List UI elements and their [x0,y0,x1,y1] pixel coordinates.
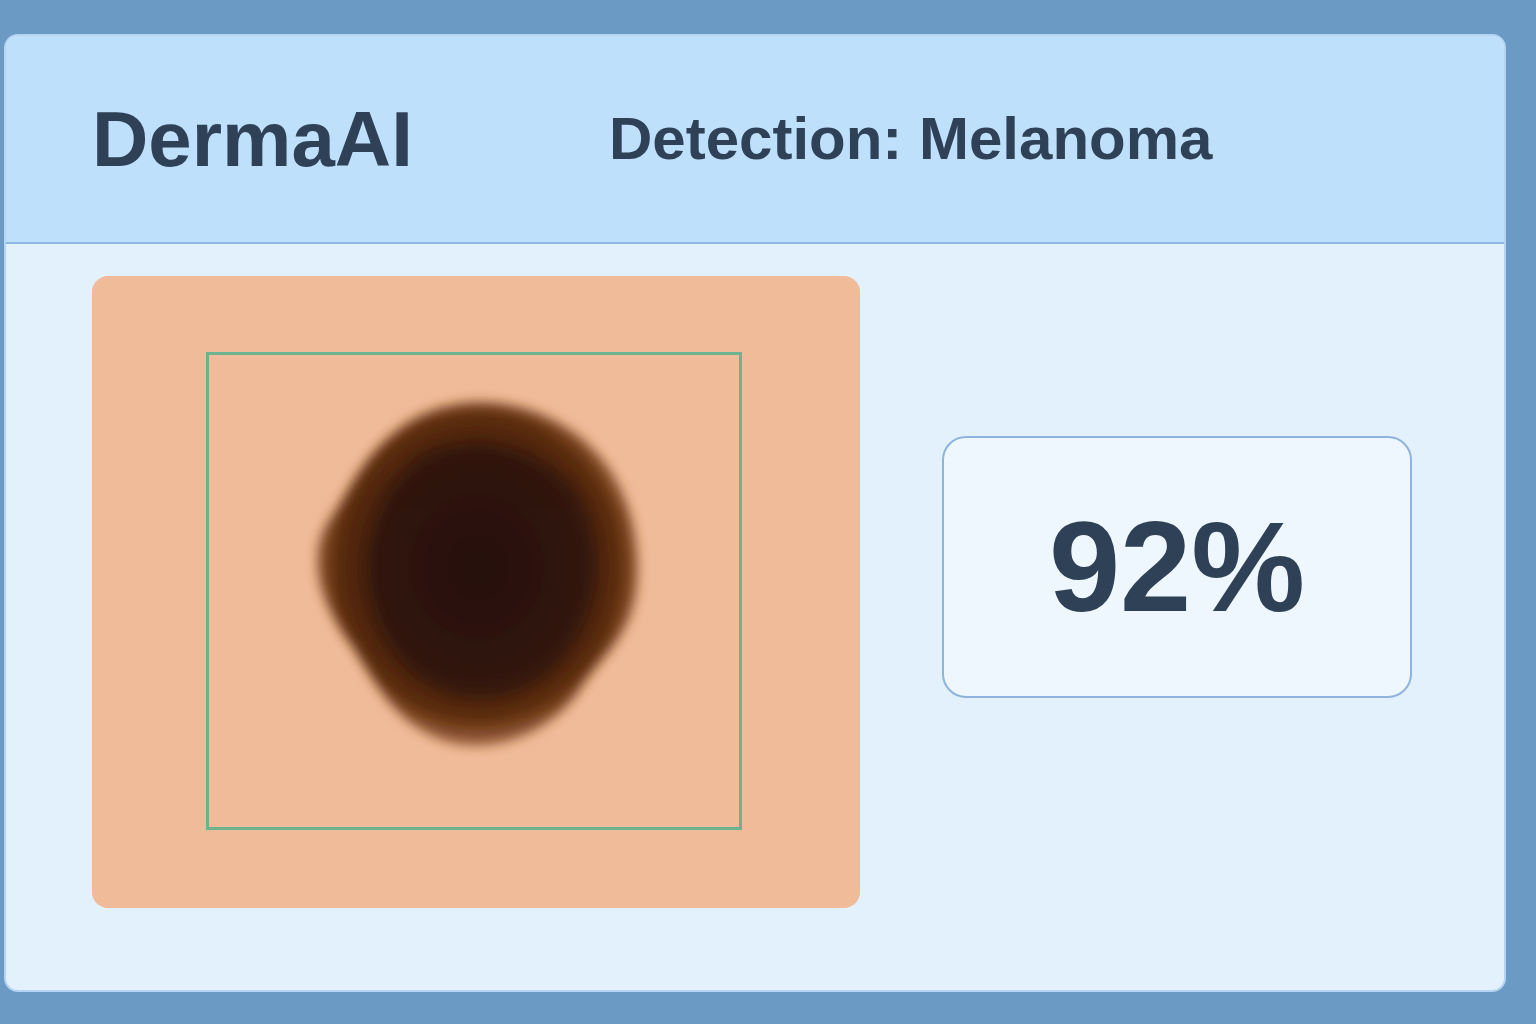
detection-label: Detection: Melanoma [609,109,1212,169]
confidence-card: 92% [942,436,1412,698]
app-screen: DermaAIDetection: Melanoma 92% [0,0,1536,1024]
content-area: 92% [6,244,1504,908]
detection-box [206,352,742,830]
lesion-icon [282,386,672,776]
skin-image [92,276,860,908]
confidence-value: 92% [1049,503,1305,631]
app-title: DermaAI [92,100,609,178]
header-bar: DermaAIDetection: Melanoma [6,36,1504,244]
main-card: DermaAIDetection: Melanoma 92% [4,34,1506,992]
